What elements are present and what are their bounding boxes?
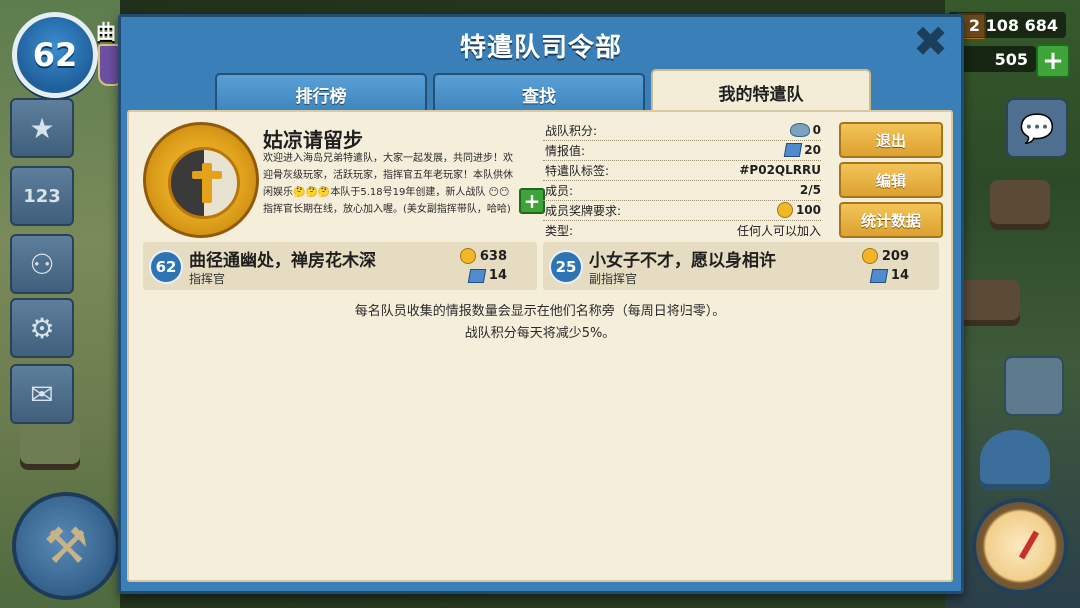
info-row-tag: 特遣队标签: #P02QLRRU xyxy=(543,160,821,181)
map-compass-button[interactable] xyxy=(972,498,1068,594)
tab-search[interactable]: 查找 xyxy=(433,73,645,113)
mail-icon: ✉ xyxy=(30,377,54,411)
ranking-button[interactable]: 123 xyxy=(10,166,74,226)
leaderboard-stars-button[interactable]: ★ xyxy=(10,98,74,158)
close-icon: ✖ xyxy=(913,17,949,66)
medal-icon xyxy=(861,248,878,264)
gear-icon: ⚙ xyxy=(29,311,55,345)
info-row-squad-points: 战队积分: 0 xyxy=(543,120,821,141)
member-name: 曲径通幽处，禅房花木深 xyxy=(189,251,376,271)
member-card[interactable]: 62 曲径通幽处，禅房花木深 指挥官 638 14 xyxy=(143,242,537,290)
intel-icon xyxy=(467,268,487,283)
player-level-badge[interactable]: 62 xyxy=(12,12,98,98)
member-name: 小女子不才，愿以身相许 xyxy=(589,251,776,271)
member-intel: 14 xyxy=(869,268,909,283)
hammer-icon: ⚒ xyxy=(43,517,89,575)
base-building xyxy=(980,430,1050,490)
my-squad-panel: 姑凉请留步 欢迎进入海岛兄弟特遣队，大家一起发展，共同进步！欢迎骨灰级玩家，活跃… xyxy=(127,110,953,582)
squad-name: 姑凉请留步 xyxy=(263,128,363,152)
points-decay-note: 战队积分每天将减少5%。 xyxy=(464,326,616,341)
settings-button[interactable]: ⚙ xyxy=(10,298,74,358)
member-role: 副指挥官 xyxy=(589,272,638,286)
member-level-badge: 25 xyxy=(549,250,583,284)
member-medals: 209 xyxy=(861,248,909,264)
intel-reset-note: 每名队员收集的情报数量会显示在他们名称旁（每周日将归零）。 xyxy=(354,304,726,319)
member-level-badge: 62 xyxy=(149,250,183,284)
buy-diamonds-button[interactable]: + xyxy=(1036,44,1070,78)
mail-button[interactable]: ✉ xyxy=(10,364,74,424)
edit-button[interactable]: 编辑 xyxy=(839,162,943,198)
intel-icon xyxy=(869,268,889,283)
chat-bubble-icon: 💬 xyxy=(1019,111,1055,145)
leave-button[interactable]: 退出 xyxy=(839,122,943,158)
member-intel: 14 xyxy=(467,268,507,283)
base-building xyxy=(990,180,1050,230)
squad-emblem xyxy=(143,122,259,238)
chat-button[interactable]: 💬 xyxy=(1006,98,1068,158)
squad-description: 欢迎进入海岛兄弟特遣队，大家一起发展，共同进步！欢迎骨灰级玩家，活跃玩家，指挥官… xyxy=(263,153,513,215)
gold-counter: 2 108 684 xyxy=(948,12,1066,38)
tab-my-squad[interactable]: 我的特遣队 xyxy=(651,69,871,113)
member-medals: 638 xyxy=(459,248,507,264)
close-button[interactable]: ✖ xyxy=(913,21,948,63)
build-button[interactable]: ⚒ xyxy=(12,492,120,600)
medal-icon xyxy=(459,248,476,264)
intel-icon xyxy=(784,143,803,157)
member-card[interactable]: 25 小女子不才，愿以身相许 副指挥官 209 14 xyxy=(543,242,939,290)
tab-leaderboard[interactable]: 排行榜 xyxy=(215,73,427,113)
member-role: 指挥官 xyxy=(189,272,226,286)
info-row-intel: 情报值: 20 xyxy=(543,140,821,161)
statues-button[interactable] xyxy=(1004,356,1064,416)
podium-icon: 123 xyxy=(23,185,61,207)
info-row-members: 成员: 2/5 xyxy=(543,180,821,201)
base-building xyxy=(20,420,80,470)
plus-icon: + xyxy=(1042,46,1064,76)
statistics-button[interactable]: 统计数据 xyxy=(839,202,943,238)
squad-hq-dialog: 特遣队司令部 ✖ 排行榜 查找 我的特遣队 姑凉请留步 欢迎进入海岛兄弟特遣队，… xyxy=(118,14,964,594)
medal-icon xyxy=(776,202,793,218)
invite-button[interactable]: + xyxy=(519,188,545,214)
wing-icon xyxy=(789,123,810,137)
dialog-title: 特遣队司令部 xyxy=(459,33,622,63)
player-name: 曲 xyxy=(96,20,116,44)
squad-button[interactable]: ⚇ xyxy=(10,234,74,294)
plus-icon: + xyxy=(523,189,541,213)
stars-icon: ★ xyxy=(29,111,55,145)
info-row-medal-req: 成员奖牌要求: 100 xyxy=(543,200,821,221)
group-icon: ⚇ xyxy=(29,247,55,281)
info-row-type: 类型: 任何人可以加入 xyxy=(545,223,821,238)
sword-emblem-icon xyxy=(168,147,240,219)
